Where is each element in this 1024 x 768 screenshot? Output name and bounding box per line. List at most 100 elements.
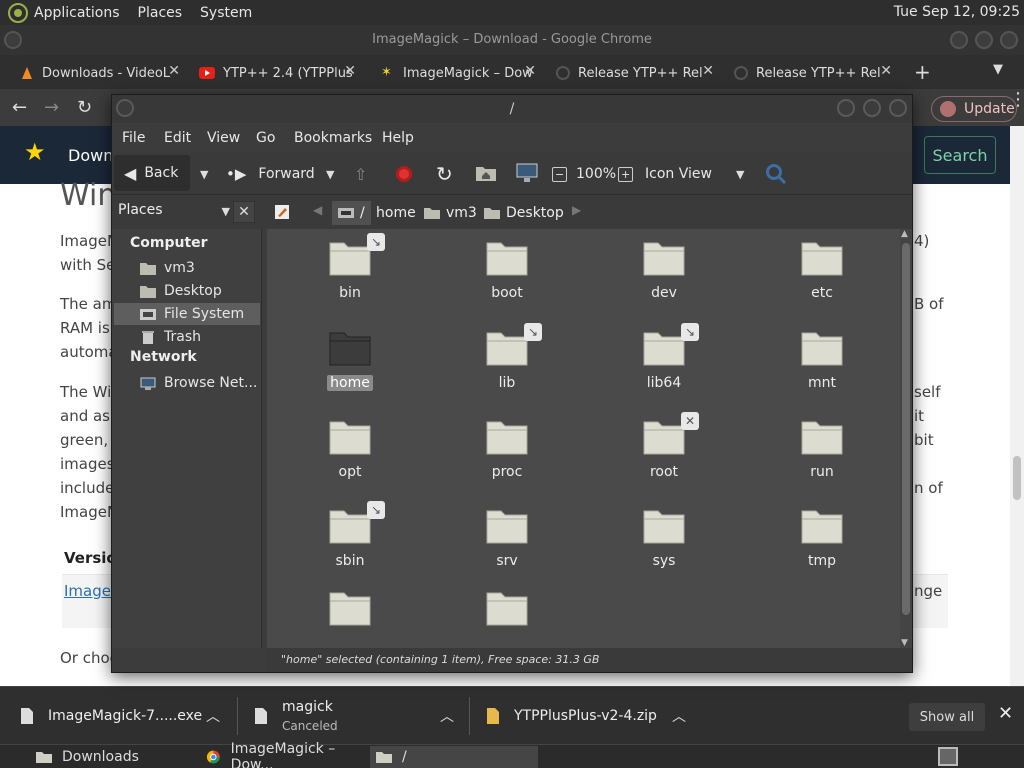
breadcrumb-home[interactable]: home	[370, 201, 422, 225]
menu-help[interactable]: Help	[382, 130, 414, 146]
tab-github-release-2[interactable]: Release YTP++ Rel ✕	[734, 59, 892, 87]
download-options-chevron-icon[interactable]: ︿	[440, 706, 454, 726]
zoom-out-icon[interactable]: −	[552, 153, 568, 195]
download-item-magick[interactable]: magick Canceled ︿	[254, 687, 464, 745]
fm-maximize-button[interactable]	[863, 99, 881, 117]
chrome-menu-kebab-icon[interactable]: ⋮	[1009, 91, 1024, 109]
distro-logo-icon[interactable]	[8, 2, 28, 23]
show-all-downloads-button[interactable]: Show all	[909, 703, 985, 731]
tab-vlc-downloads[interactable]: Downloads - VideoL ✕	[20, 59, 180, 87]
folder-item[interactable]: dev	[614, 239, 714, 323]
folder-item[interactable]: home	[300, 329, 400, 413]
zoom-level[interactable]: 100%	[576, 153, 616, 195]
folder-item[interactable]: root ✕	[614, 412, 714, 502]
sidebar-item-trash[interactable]: Trash	[114, 326, 260, 348]
sidebar-item-browse-network[interactable]: Browse Net...	[114, 372, 260, 394]
folder-item[interactable]	[457, 589, 557, 648]
chrome-close-button[interactable]	[1000, 31, 1018, 49]
stop-icon[interactable]	[395, 165, 413, 183]
menu-bookmarks[interactable]: Bookmarks	[294, 130, 372, 146]
tab-close-icon[interactable]: ✕	[168, 63, 180, 79]
tab-ytp-release[interactable]: YTP++ 2.4 (YTPPlus ✕	[199, 59, 356, 87]
tab-github-release-1[interactable]: Release YTP++ Rel ✕	[556, 59, 714, 87]
download-options-chevron-icon[interactable]: ︿	[672, 706, 686, 726]
close-download-shelf-icon[interactable]: ✕	[998, 703, 1013, 724]
page-scrollbar-thumb[interactable]	[1013, 456, 1021, 500]
taskbar-item-downloads[interactable]: Downloads	[30, 746, 190, 768]
home-icon[interactable]	[476, 165, 496, 181]
folder-item[interactable]: lib64 ↘	[614, 323, 714, 413]
tab-close-icon[interactable]: ✕	[344, 63, 356, 79]
forward-button[interactable]: •▶ Forward	[226, 153, 315, 195]
breadcrumb-left-chevron-icon[interactable]: ◀	[313, 203, 322, 217]
download-item-ytpplusplus[interactable]: YTPPlusPlus-v2-4.zip ︿	[486, 687, 696, 745]
menu-go[interactable]: Go	[256, 130, 275, 146]
fm-close-button[interactable]	[889, 99, 907, 117]
chrome-update-button[interactable]: Update	[931, 96, 1017, 122]
zoom-in-icon[interactable]: +	[618, 153, 634, 195]
taskbar-item-filemanager[interactable]: /	[370, 746, 538, 768]
menu-edit[interactable]: Edit	[164, 130, 191, 146]
chrome-forward-button[interactable]: →	[44, 97, 59, 118]
search-icon[interactable]	[765, 163, 787, 185]
folder-item[interactable]: tmp	[772, 507, 872, 591]
folder-item[interactable]: srv	[457, 507, 557, 591]
tab-search-chevron-icon[interactable]: ▼	[993, 62, 1003, 77]
file-icon-view[interactable]: bin ↘ boot dev etc home lib ↘ lib64 ↘ mnt opt proc ro…	[267, 229, 912, 648]
menu-file[interactable]: File	[122, 130, 145, 146]
view-mode-chevron-icon[interactable]: ▼	[736, 153, 744, 195]
view-mode-select[interactable]: Icon View	[645, 153, 712, 195]
fm-vertical-scrollbar[interactable]: ▲ ▼	[900, 229, 912, 648]
back-history-chevron-icon[interactable]: ▼	[200, 153, 208, 195]
tab-imagemagick[interactable]: ✶ ImageMagick – Dow ✕	[381, 59, 536, 87]
edit-location-icon[interactable]	[274, 204, 290, 220]
menu-view[interactable]: View	[207, 130, 240, 146]
tab-close-icon[interactable]: ✕	[702, 63, 714, 79]
chrome-reload-button[interactable]: ↻	[77, 97, 92, 118]
chrome-window-menu-button[interactable]	[4, 31, 22, 49]
fm-window-menu-button[interactable]	[116, 99, 134, 117]
folder-item[interactable]: sys	[614, 507, 714, 591]
forward-history-chevron-icon[interactable]: ▼	[326, 153, 334, 195]
chrome-maximize-button[interactable]	[975, 31, 993, 49]
clock[interactable]: Tue Sep 12, 09:25	[894, 4, 1020, 20]
folder-item[interactable]: run	[772, 418, 872, 502]
folder-item[interactable]	[300, 589, 400, 648]
sidebar-item-desktop[interactable]: Desktop	[114, 280, 260, 302]
back-button[interactable]: ◀ Back	[114, 155, 190, 191]
folder-item[interactable]: bin ↘	[300, 233, 400, 323]
download-item-imagemagick[interactable]: ImageMagick-7.....exe ︿	[20, 687, 230, 745]
scroll-down-arrow-icon[interactable]: ▼	[901, 638, 908, 648]
breadcrumb-right-chevron-icon[interactable]: ▶	[572, 203, 581, 217]
show-desktop-button[interactable]	[938, 747, 958, 766]
up-arrow-icon[interactable]: ⇧	[354, 153, 367, 195]
system-menu[interactable]: System	[200, 5, 252, 21]
folder-item[interactable]: opt	[300, 418, 400, 502]
computer-icon[interactable]	[516, 163, 538, 183]
chrome-back-button[interactable]: ←	[12, 97, 27, 118]
version-link[interactable]: Image	[64, 579, 111, 603]
places-menu[interactable]: Places	[138, 5, 183, 21]
folder-item[interactable]: sbin ↘	[300, 501, 400, 591]
applications-menu[interactable]: Applications	[34, 5, 120, 21]
sidebar-type-select[interactable]: Places ▼	[118, 202, 230, 224]
sidebar-item-vm3[interactable]: vm3	[114, 257, 260, 279]
new-tab-button[interactable]: +	[914, 60, 931, 84]
tab-close-icon[interactable]: ✕	[880, 63, 892, 79]
folder-item[interactable]: mnt	[772, 329, 872, 413]
folder-item[interactable]: etc	[772, 239, 872, 323]
fm-scrollbar-thumb[interactable]	[902, 243, 910, 615]
breadcrumb-desktop[interactable]: Desktop	[478, 201, 570, 225]
download-options-chevron-icon[interactable]: ︿	[206, 706, 220, 726]
reload-icon[interactable]: ↻	[436, 153, 453, 195]
folder-item[interactable]: lib ↘	[457, 323, 557, 413]
page-scrollbar[interactable]	[1010, 126, 1024, 686]
folder-item[interactable]: proc	[457, 418, 557, 502]
chrome-minimize-button[interactable]	[950, 31, 968, 49]
imagemagick-logo-icon[interactable]: ★	[24, 138, 46, 166]
folder-item[interactable]: boot	[457, 239, 557, 323]
sidebar-item-file-system[interactable]: File System	[114, 303, 260, 325]
breadcrumb-vm3[interactable]: vm3	[418, 201, 483, 225]
tab-close-icon[interactable]: ✕	[524, 63, 536, 79]
close-sidebar-icon[interactable]: ✕	[233, 201, 255, 223]
